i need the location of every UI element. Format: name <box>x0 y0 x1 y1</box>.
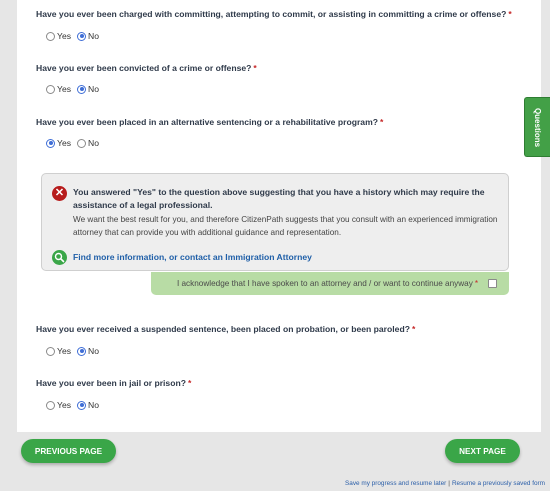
question-3-label: Have you ever been placed in an alternat… <box>36 117 383 127</box>
question-4-label: Have you ever received a suspended sente… <box>36 324 415 334</box>
question-4-options: Yes No <box>46 346 105 356</box>
next-page-button[interactable]: NEXT PAGE <box>445 439 520 463</box>
radio-label: No <box>88 31 100 41</box>
radio-yes[interactable] <box>46 400 55 410</box>
question-5-yes[interactable]: Yes <box>46 400 71 410</box>
radio-label: Yes <box>57 346 72 356</box>
radio-no-selected[interactable] <box>77 84 87 94</box>
footer-separator: | <box>448 480 450 487</box>
question-5-text: Have you ever been in jail or prison? <box>36 378 186 388</box>
required-marker: * <box>253 63 257 73</box>
question-5-label: Have you ever been in jail or prison? * <box>36 378 191 388</box>
question-4-no[interactable]: No <box>77 346 99 356</box>
question-2-text: Have you ever been convicted of a crime … <box>36 63 252 73</box>
question-5-options: Yes No <box>46 400 105 410</box>
question-1-options: Yes No <box>46 31 105 41</box>
question-2-label: Have you ever been convicted of a crime … <box>36 63 257 73</box>
radio-yes[interactable] <box>46 84 55 94</box>
required-marker: * <box>379 117 384 127</box>
question-1-no[interactable]: No <box>77 31 99 41</box>
questions-side-tab[interactable]: Questions <box>524 97 550 157</box>
question-2-yes[interactable]: Yes <box>46 84 71 94</box>
radio-label: Yes <box>57 138 72 148</box>
radio-label: Yes <box>57 84 72 94</box>
question-1-yes[interactable]: Yes <box>46 31 71 41</box>
save-progress-link[interactable]: Save my progress and resume later <box>345 480 446 487</box>
question-4-text: Have you ever received a suspended sente… <box>36 324 410 334</box>
radio-label: No <box>88 400 100 410</box>
radio-label: Yes <box>57 400 72 410</box>
radio-label: No <box>88 346 100 356</box>
radio-yes[interactable] <box>46 346 55 356</box>
required-marker: * <box>474 279 478 288</box>
radio-no-selected[interactable] <box>77 346 87 356</box>
question-2-options: Yes No <box>46 84 105 94</box>
required-marker: * <box>411 324 416 334</box>
radio-no-selected[interactable] <box>77 400 87 410</box>
question-4-yes[interactable]: Yes <box>46 346 71 356</box>
question-1-text: Have you ever been charged with committi… <box>36 9 507 19</box>
alert-body: We want the best result for you, and the… <box>73 215 498 237</box>
radio-no-selected[interactable] <box>77 31 87 41</box>
question-3-text: Have you ever been placed in an alternat… <box>36 117 378 127</box>
question-5-no[interactable]: No <box>77 400 99 410</box>
required-marker: * <box>187 378 192 388</box>
question-2-no[interactable]: No <box>77 84 99 94</box>
footer-links: Save my progress and resume later | Resume… <box>345 480 545 487</box>
resume-form-link[interactable]: Resume a previously saved form <box>452 480 545 487</box>
radio-yes[interactable] <box>46 31 55 41</box>
radio-yes-selected[interactable] <box>46 138 55 148</box>
question-3-options: Yes No <box>46 138 105 148</box>
question-1-label: Have you ever been charged with committi… <box>36 9 512 19</box>
error-x-icon: ✕ <box>52 186 67 201</box>
acknowledge-text: I acknowledge that I have spoken to an a… <box>176 279 473 288</box>
radio-label: No <box>88 84 100 94</box>
acknowledge-checkbox[interactable] <box>488 279 497 288</box>
acknowledge-row[interactable]: I acknowledge that I have spoken to an a… <box>151 272 509 295</box>
radio-label: No <box>88 138 100 148</box>
previous-page-button[interactable]: PREVIOUS PAGE <box>21 439 116 463</box>
search-icon <box>52 250 67 265</box>
question-3-yes[interactable]: Yes <box>46 138 71 148</box>
attorney-link[interactable]: Find more information, or contact an Imm… <box>73 252 312 262</box>
radio-no[interactable] <box>77 138 87 148</box>
alert-title: You answered "Yes" to the question above… <box>73 187 485 210</box>
questions-tab-label: Questions <box>533 107 542 147</box>
required-marker: * <box>508 9 512 19</box>
question-3-no[interactable]: No <box>77 138 99 148</box>
radio-label: Yes <box>57 31 72 41</box>
legal-warning-alert: ✕ You answered "Yes" to the question abo… <box>41 173 509 271</box>
